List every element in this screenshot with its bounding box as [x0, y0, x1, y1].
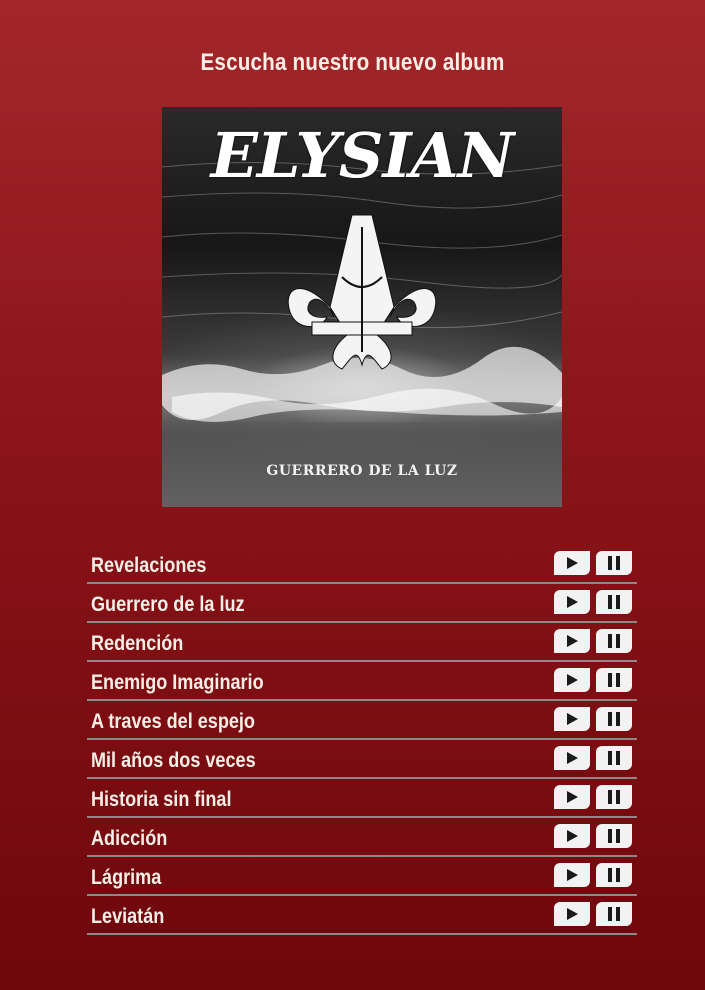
- track-row: Guerrero de la luz: [87, 584, 637, 623]
- album-cover: ELYSIAN GUERRERO DE LA LUZ: [162, 107, 562, 507]
- track-name: Historia sin final: [91, 788, 232, 811]
- pause-icon: [608, 556, 620, 570]
- track-name: Adicción: [91, 827, 168, 850]
- pause-icon: [608, 712, 620, 726]
- play-button[interactable]: [554, 668, 590, 692]
- track-name: Guerrero de la luz: [91, 593, 245, 616]
- band-logo: ELYSIAN: [210, 119, 515, 192]
- play-button[interactable]: [554, 824, 590, 848]
- pause-button[interactable]: [596, 551, 632, 575]
- album-title: GUERRERO DE LA LUZ: [266, 463, 458, 479]
- play-icon: [566, 752, 578, 764]
- play-button[interactable]: [554, 590, 590, 614]
- play-icon: [566, 557, 578, 569]
- track-row: Adicción: [87, 818, 637, 857]
- pause-icon: [608, 634, 620, 648]
- pause-button[interactable]: [596, 863, 632, 887]
- play-icon: [566, 908, 578, 920]
- pause-button[interactable]: [596, 902, 632, 926]
- play-button[interactable]: [554, 902, 590, 926]
- track-row: Historia sin final: [87, 779, 637, 818]
- track-row: A traves del espejo: [87, 701, 637, 740]
- play-icon: [566, 830, 578, 842]
- play-icon: [566, 635, 578, 647]
- track-row: Leviatán: [87, 896, 637, 935]
- track-row: Enemigo Imaginario: [87, 662, 637, 701]
- pause-button[interactable]: [596, 746, 632, 770]
- pause-icon: [608, 868, 620, 882]
- pause-icon: [608, 790, 620, 804]
- track-name: Redención: [91, 632, 184, 655]
- play-button[interactable]: [554, 707, 590, 731]
- pause-icon: [608, 829, 620, 843]
- pause-button[interactable]: [596, 707, 632, 731]
- track-name: Revelaciones: [91, 554, 207, 577]
- play-button[interactable]: [554, 551, 590, 575]
- pause-icon: [608, 595, 620, 609]
- track-name: Mil años dos veces: [91, 749, 256, 772]
- track-row: Mil años dos veces: [87, 740, 637, 779]
- play-icon: [566, 674, 578, 686]
- play-button[interactable]: [554, 863, 590, 887]
- track-row: Revelaciones: [87, 545, 637, 584]
- pause-icon: [608, 673, 620, 687]
- track-row: Redención: [87, 623, 637, 662]
- pause-button[interactable]: [596, 785, 632, 809]
- track-name: A traves del espejo: [91, 710, 255, 733]
- play-button[interactable]: [554, 785, 590, 809]
- pause-icon: [608, 751, 620, 765]
- pause-button[interactable]: [596, 629, 632, 653]
- play-icon: [566, 596, 578, 608]
- track-name: Leviatán: [91, 905, 165, 928]
- track-name: Lágrima: [91, 866, 162, 889]
- page-title: Escucha nuestro nuevo album: [200, 49, 505, 77]
- play-button[interactable]: [554, 746, 590, 770]
- pause-icon: [608, 907, 620, 921]
- play-icon: [566, 713, 578, 725]
- track-name: Enemigo Imaginario: [91, 671, 264, 694]
- track-list: Revelaciones Guerrero de la luz Redenció…: [87, 545, 637, 935]
- play-button[interactable]: [554, 629, 590, 653]
- play-icon: [566, 791, 578, 803]
- pause-button[interactable]: [596, 668, 632, 692]
- pause-button[interactable]: [596, 824, 632, 848]
- track-row: Lágrima: [87, 857, 637, 896]
- pause-button[interactable]: [596, 590, 632, 614]
- play-icon: [566, 869, 578, 881]
